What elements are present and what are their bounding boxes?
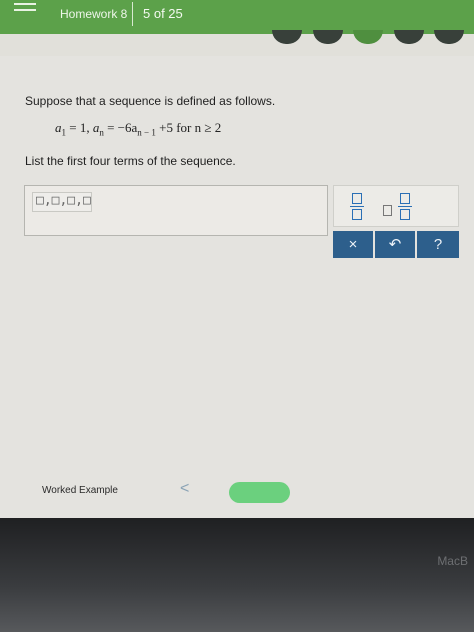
- menu-icon[interactable]: [14, 3, 36, 17]
- progress-dot: [434, 30, 464, 44]
- mixed-number-icon[interactable]: [383, 205, 392, 216]
- answer-input[interactable]: □,□,□,□: [32, 192, 92, 212]
- assignment-title: Homework 8: [60, 7, 128, 21]
- header-divider: [132, 2, 133, 26]
- instruction-text: List the first four terms of the sequenc…: [25, 154, 236, 168]
- formula-sub: n − 1: [137, 127, 156, 138]
- progress-dot: [272, 30, 303, 44]
- template-row: [333, 185, 459, 227]
- close-icon[interactable]: ×: [333, 231, 373, 258]
- undo-icon[interactable]: ↶: [375, 231, 415, 258]
- sequence-formula: a1 = 1, an = −6an − 1 +5 for n ≥ 2: [55, 120, 221, 138]
- formula-text: = 1,: [66, 120, 93, 135]
- fraction-icon[interactable]: [398, 193, 412, 220]
- answer-area[interactable]: □,□,□,□: [24, 185, 328, 236]
- problem-intro: Suppose that a sequence is defined as fo…: [25, 94, 276, 108]
- laptop-bezel: [0, 518, 474, 632]
- formula-text: = −6a: [103, 120, 138, 135]
- help-icon[interactable]: ?: [417, 231, 459, 258]
- fraction-icon[interactable]: [350, 193, 364, 220]
- worked-example-link[interactable]: Worked Example: [42, 485, 118, 496]
- question-page: Suppose that a sequence is defined as fo…: [0, 30, 474, 518]
- bezel-label: MacB: [437, 554, 468, 568]
- progress-dot: [353, 30, 384, 44]
- progress-dot: [312, 30, 343, 44]
- tool-buttons: × ↶ ?: [333, 231, 459, 258]
- math-tool-panel: × ↶ ?: [333, 185, 459, 258]
- next-button[interactable]: [229, 482, 290, 503]
- progress-strip: [0, 30, 474, 56]
- formula-text: +5 for n ≥ 2: [155, 120, 222, 135]
- progress-dots: [266, 30, 464, 49]
- progress-dot: [393, 30, 424, 44]
- question-counter: 5 of 25: [143, 6, 183, 21]
- header-bar: Homework 8 5 of 25: [0, 0, 474, 34]
- chevron-left-icon[interactable]: <: [180, 480, 189, 498]
